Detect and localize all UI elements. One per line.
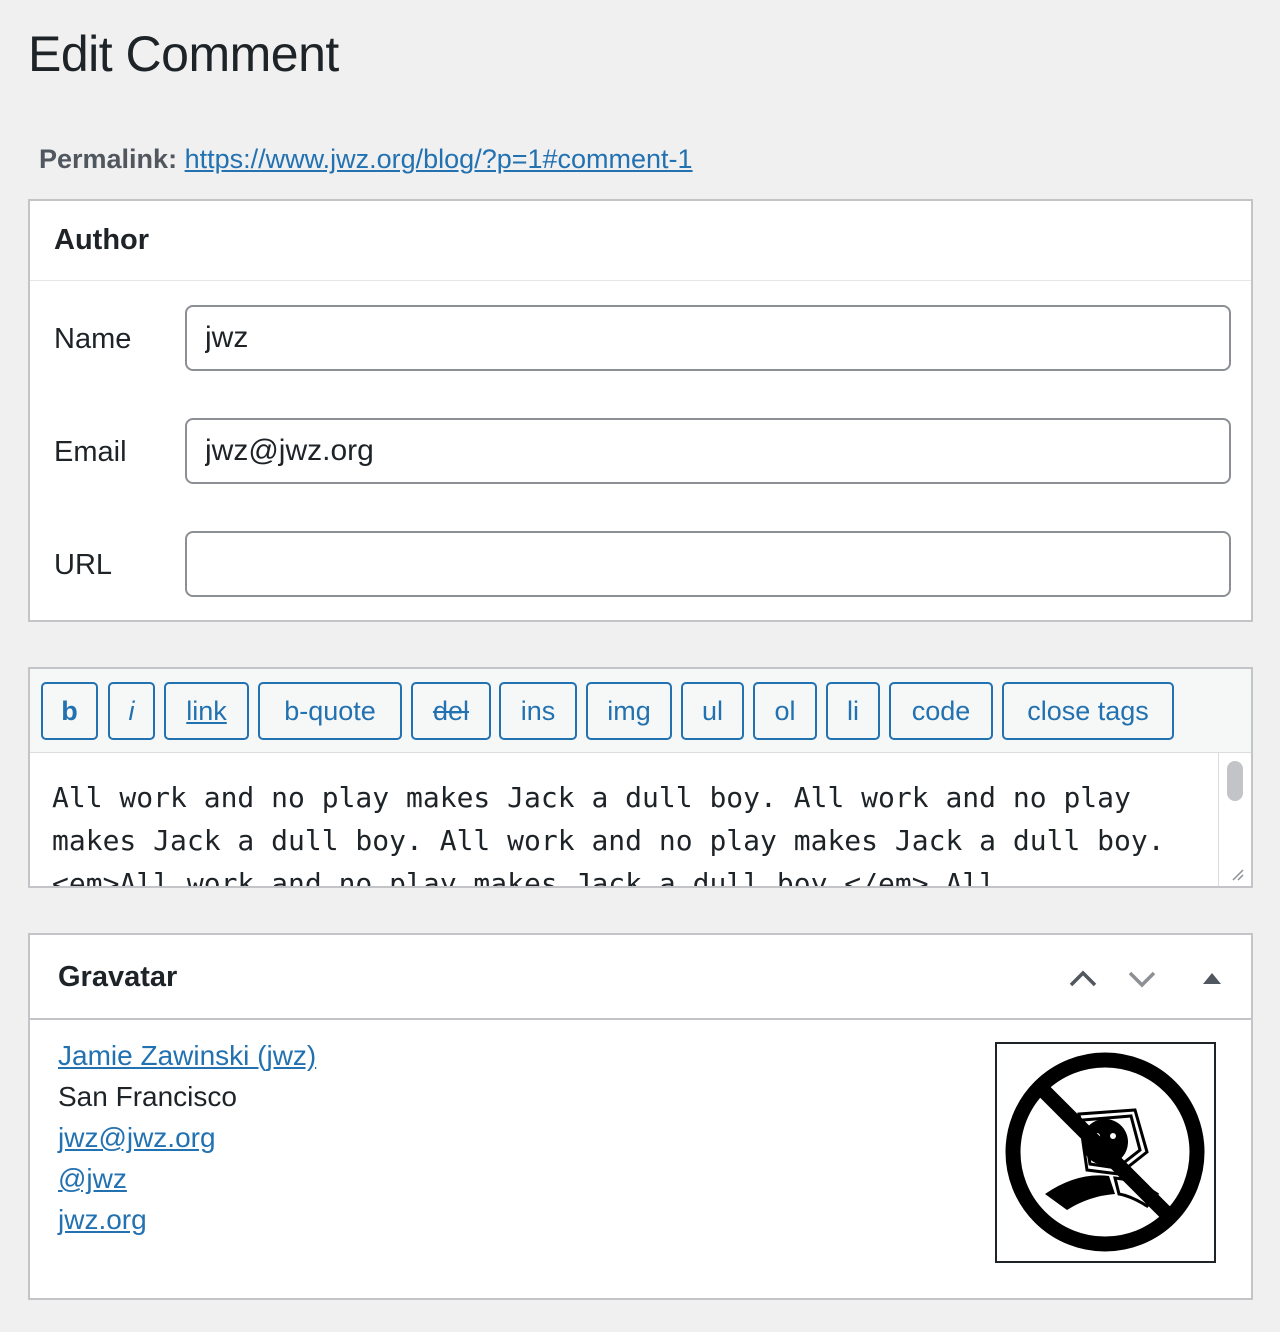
url-row: URL <box>30 531 1251 599</box>
ins-button[interactable]: ins <box>499 682 577 740</box>
del-button[interactable]: del <box>411 682 491 740</box>
li-button[interactable]: li <box>826 682 880 740</box>
email-row: Email <box>30 418 1251 486</box>
name-input[interactable] <box>185 305 1231 371</box>
chevron-up-icon[interactable] <box>1063 959 1103 999</box>
code-button[interactable]: code <box>889 682 993 740</box>
permalink-label: Permalink: <box>39 144 178 174</box>
permalink-link[interactable]: https://www.jwz.org/blog/?p=1#comment-1 <box>185 144 693 174</box>
blockquote-button[interactable]: b-quote <box>258 682 402 740</box>
gravatar-box: Gravatar Jamie Zawinski (jwz) San Franci… <box>28 933 1253 1300</box>
close-tags-button[interactable]: close tags <box>1002 682 1174 740</box>
url-label: URL <box>54 549 113 581</box>
avatar <box>995 1042 1216 1263</box>
permalink: Permalink: https://www.jwz.org/blog/?p=1… <box>39 140 693 178</box>
gravatar-email-link[interactable]: jwz@jwz.org <box>58 1122 216 1153</box>
gravatar-name-link[interactable]: Jamie Zawinski (jwz) <box>58 1040 316 1071</box>
gravatar-header: Gravatar <box>30 935 1251 1020</box>
editor-scroll-thumb[interactable] <box>1227 761 1243 801</box>
author-heading: Author <box>30 201 1251 281</box>
author-box: Author Name Email URL <box>28 199 1253 622</box>
no-entry-avatar-icon <box>1005 1052 1205 1252</box>
editor-toolbar: b i link b-quote del ins img ul ol li co… <box>30 669 1251 753</box>
ul-button[interactable]: ul <box>681 682 744 740</box>
name-row: Name <box>30 305 1251 373</box>
email-input[interactable] <box>185 418 1231 484</box>
chevron-down-icon[interactable] <box>1122 959 1162 999</box>
gravatar-site-link[interactable]: jwz.org <box>58 1204 147 1235</box>
comment-editor: b i link b-quote del ins img ul ol li co… <box>28 667 1253 888</box>
link-button[interactable]: link <box>164 682 249 740</box>
bold-button[interactable]: b <box>41 682 98 740</box>
gravatar-heading: Gravatar <box>58 961 178 993</box>
img-button[interactable]: img <box>586 682 672 740</box>
resize-handle-icon[interactable] <box>1229 866 1245 882</box>
email-label: Email <box>54 436 127 468</box>
italic-button[interactable]: i <box>108 682 155 740</box>
comment-textarea[interactable]: All work and no play makes Jack a dull b… <box>30 753 1219 886</box>
page-title: Edit Comment <box>28 26 339 82</box>
gravatar-location: San Francisco <box>58 1081 237 1112</box>
gravatar-info: Jamie Zawinski (jwz) San Francisco jwz@j… <box>58 1035 316 1240</box>
ol-button[interactable]: ol <box>753 682 817 740</box>
gravatar-handle-link[interactable]: @jwz <box>58 1163 127 1194</box>
triangle-up-icon[interactable] <box>1192 959 1232 999</box>
name-label: Name <box>54 323 132 355</box>
url-input[interactable] <box>185 531 1231 597</box>
